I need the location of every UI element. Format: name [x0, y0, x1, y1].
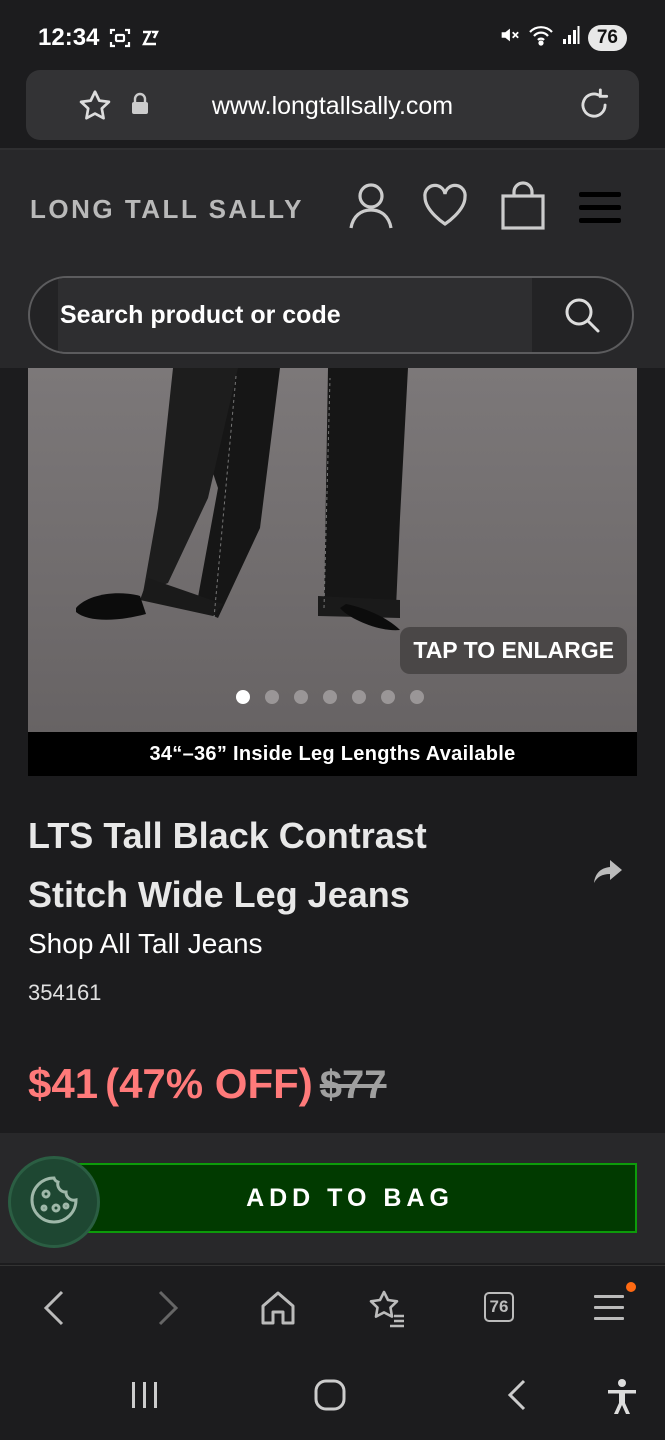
screenshot-icon — [108, 26, 132, 55]
recent-apps-icon[interactable] — [128, 1377, 162, 1418]
carousel-dot[interactable] — [294, 690, 308, 704]
reload-icon[interactable] — [575, 86, 613, 129]
account-icon[interactable] — [346, 180, 396, 237]
wifi-icon — [528, 24, 554, 51]
browser-toolbar: 76 — [0, 1265, 665, 1355]
system-back-icon[interactable] — [500, 1377, 534, 1418]
hamburger-menu-icon[interactable] — [576, 190, 624, 231]
back-icon[interactable] — [38, 1288, 72, 1333]
product-image[interactable]: TAP TO ENLARGE — [28, 368, 637, 732]
inside-leg-banner: 34“–36” Inside Leg Lengths Available — [28, 732, 637, 776]
status-bar: 12:34 76 — [0, 0, 665, 70]
carousel-dots — [236, 690, 424, 704]
url-text[interactable]: www.longtallsally.com — [26, 92, 639, 121]
cookie-icon — [26, 1172, 82, 1233]
product-code: 354161 — [28, 980, 102, 1005]
sale-price: $41 — [28, 1060, 99, 1107]
bookmarks-icon[interactable] — [366, 1288, 408, 1333]
shopping-bag-icon[interactable] — [498, 180, 548, 237]
accessibility-icon[interactable] — [604, 1377, 640, 1422]
search-input[interactable] — [58, 278, 532, 352]
address-bar[interactable]: www.longtallsally.com — [26, 70, 639, 140]
discount-percent: (47% OFF) — [105, 1060, 313, 1107]
carousel-dot[interactable] — [265, 690, 279, 704]
wishlist-heart-icon[interactable] — [420, 180, 470, 235]
system-home-icon[interactable] — [312, 1377, 348, 1418]
app-notification-icon — [138, 26, 162, 55]
status-icons-right: 76 — [498, 24, 627, 51]
price-row: $41 (47% OFF) $77 — [28, 1060, 387, 1108]
product-title: LTS Tall Black Contrast Stitch Wide Leg … — [28, 815, 427, 915]
site-logo[interactable]: LONG TALL SALLY — [30, 194, 304, 225]
tap-to-enlarge-button[interactable]: TAP TO ENLARGE — [400, 627, 627, 674]
add-to-bag-button[interactable]: ADD TO BAG — [63, 1163, 637, 1233]
shop-all-tall-jeans-link[interactable]: Shop All Tall Jeans — [28, 928, 263, 960]
menu-icon[interactable] — [592, 1292, 626, 1329]
status-time: 12:34 — [38, 24, 100, 51]
forward-icon[interactable] — [150, 1288, 184, 1333]
share-icon[interactable] — [592, 858, 624, 891]
signal-icon — [562, 25, 580, 50]
menu-notification-dot — [626, 1282, 636, 1292]
carousel-dot[interactable] — [381, 690, 395, 704]
search-box — [28, 276, 634, 354]
site-header: LONG TALL SALLY — [0, 150, 665, 368]
carousel-dot[interactable] — [352, 690, 366, 704]
home-icon[interactable] — [258, 1288, 298, 1333]
carousel-dot[interactable] — [323, 690, 337, 704]
status-icons-left — [108, 26, 162, 55]
search-button[interactable] — [532, 278, 632, 352]
mute-icon — [498, 24, 520, 51]
carousel-dot[interactable] — [236, 690, 250, 704]
product-photo — [76, 368, 408, 631]
tab-count-icon[interactable]: 76 — [484, 1292, 514, 1322]
original-price: $77 — [319, 1063, 387, 1107]
carousel-dot[interactable] — [410, 690, 424, 704]
battery-indicator: 76 — [587, 24, 627, 51]
cookie-settings-button[interactable] — [8, 1156, 100, 1248]
system-nav-bar — [0, 1355, 665, 1440]
